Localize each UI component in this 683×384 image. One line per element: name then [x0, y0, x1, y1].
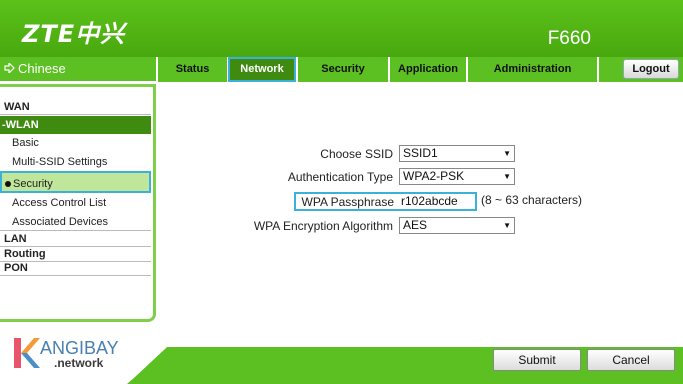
passphrase-label: WPA Passphrase — [301, 195, 394, 209]
passphrase-hint: (8 ~ 63 characters) — [481, 193, 583, 207]
header-bar: ZTE中兴 F660 — [0, 0, 683, 57]
encryption-label: WPA Encryption Algorithm — [253, 219, 393, 233]
logout-button[interactable]: Logout — [623, 59, 679, 79]
brand-logo: ZTE中兴 — [22, 20, 126, 48]
dropdown-arrow-icon: ▼ — [503, 172, 511, 181]
encryption-select[interactable]: AES ▼ — [399, 217, 515, 234]
tab-administration[interactable]: Administration — [467, 57, 597, 82]
sidebar-item-lan[interactable]: LAN — [0, 233, 151, 247]
sidebar: WAN -WLAN Basic Multi-SSID Settings Secu… — [0, 84, 156, 322]
bullet-icon — [5, 181, 11, 188]
arrow-right-icon — [4, 57, 15, 81]
auth-type-label: Authentication Type — [287, 170, 393, 184]
auth-type-select-value: WPA2-PSK — [403, 169, 465, 183]
kangibay-k-icon — [14, 338, 40, 368]
language-switch[interactable]: Chinese — [0, 57, 156, 81]
dropdown-arrow-icon: ▼ — [503, 149, 511, 158]
sidebar-item-multi-ssid[interactable]: Multi-SSID Settings — [0, 156, 151, 170]
dropdown-arrow-icon: ▼ — [503, 221, 511, 230]
sidebar-item-associated-devices[interactable]: Associated Devices — [0, 216, 151, 231]
sidebar-item-basic[interactable]: Basic — [0, 137, 151, 151]
kangibay-watermark: ANGIBAY .network — [14, 336, 124, 376]
sidebar-item-wlan[interactable]: -WLAN — [0, 116, 151, 134]
choose-ssid-label: Choose SSID — [320, 147, 393, 161]
sidebar-item-security[interactable]: Security — [0, 171, 151, 193]
tab-application[interactable]: Application — [389, 57, 466, 82]
submit-button[interactable]: Submit — [493, 349, 581, 371]
tab-status[interactable]: Status — [157, 57, 227, 82]
router-admin-page: ZTE中兴 F660 Chinese Status Network Securi… — [0, 0, 683, 384]
sidebar-item-pon[interactable]: PON — [0, 262, 151, 276]
top-nav: Chinese Status Network Security Applicat… — [0, 57, 683, 82]
sidebar-item-wan[interactable]: WAN — [0, 101, 151, 115]
auth-type-select[interactable]: WPA2-PSK ▼ — [399, 168, 515, 185]
sidebar-item-security-label: Security — [13, 178, 53, 190]
passphrase-input[interactable]: r102abcde — [400, 194, 475, 209]
tab-network[interactable]: Network — [228, 57, 296, 82]
sidebar-item-routing[interactable]: Routing — [0, 248, 151, 262]
tab-security[interactable]: Security — [297, 57, 388, 82]
ssid-select-value: SSID1 — [403, 146, 438, 160]
ssid-select[interactable]: SSID1 ▼ — [399, 145, 515, 162]
cancel-button[interactable]: Cancel — [587, 349, 675, 371]
model-name: F660 — [547, 28, 591, 49]
sidebar-item-acl[interactable]: Access Control List — [0, 197, 151, 211]
language-label: Chinese — [18, 61, 66, 76]
watermark-sub: .network — [54, 356, 104, 370]
encryption-select-value: AES — [403, 218, 428, 232]
